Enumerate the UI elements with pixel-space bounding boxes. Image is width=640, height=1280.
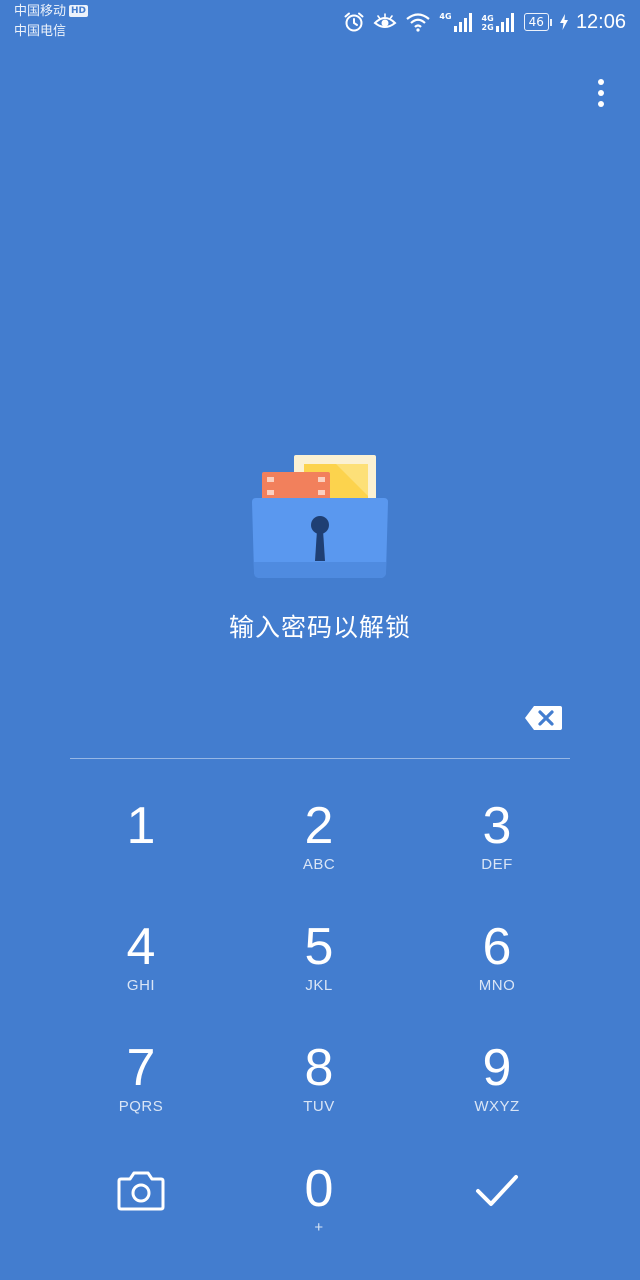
key-7[interactable]: 7 PQRS	[52, 1020, 230, 1141]
key-digit: 5	[304, 918, 334, 976]
carrier-secondary: 中国电信	[14, 24, 67, 39]
key-digit: 3	[482, 797, 512, 855]
confirm-button[interactable]	[408, 1141, 586, 1262]
key-digit: 6	[482, 918, 512, 976]
battery-tip	[549, 18, 552, 26]
key-letters: ABC	[302, 856, 336, 873]
key-letters: TUV	[303, 1098, 335, 1115]
camera-button[interactable]	[52, 1141, 230, 1262]
key-digit: 4	[126, 918, 156, 976]
numeric-keypad: 1 2 ABC 3 DEF 4 GHI 5 JKL 6 MNO 7 PQRS 8…	[52, 778, 588, 1262]
key-digit: 7	[126, 1039, 156, 1097]
carrier-primary: 中国移动 HD	[14, 4, 89, 20]
wifi-icon	[406, 13, 431, 32]
signal-strength-icon	[495, 13, 514, 32]
key-letters: GHI	[126, 977, 156, 994]
key-letters: WXYZ	[474, 1098, 520, 1115]
checkmark-icon	[476, 1175, 518, 1206]
key-letters: JKL	[305, 977, 333, 994]
carrier-primary-label: 中国移动	[14, 4, 67, 19]
key-4[interactable]: 4 GHI	[52, 899, 230, 1020]
clock: 12:06	[575, 10, 626, 33]
safe-folder-lock-icon	[252, 455, 388, 578]
key-digit: 9	[482, 1039, 512, 1097]
key-digit: 2	[304, 797, 334, 855]
signal-strength-icon	[453, 13, 472, 32]
key-1[interactable]: 1	[52, 778, 230, 899]
eye-comfort-icon	[373, 13, 397, 28]
key-digit: 8	[304, 1039, 334, 1097]
key-0[interactable]: 0 +	[230, 1141, 408, 1262]
hd-badge: HD	[69, 5, 89, 17]
camera-icon	[117, 1171, 165, 1211]
status-bar: 中国移动 HD 中国电信 4G 4G 2G 46 12:06	[0, 0, 640, 46]
key-digit: 0	[304, 1160, 334, 1218]
key-5[interactable]: 5 JKL	[230, 899, 408, 1020]
status-icons: 4G 4G 2G 46 12:06	[343, 8, 626, 36]
key-9[interactable]: 9 WXYZ	[408, 1020, 586, 1141]
battery-indicator: 46	[523, 13, 552, 31]
signal-2: 4G 2G	[482, 12, 516, 32]
battery-level: 46	[523, 13, 549, 31]
password-field[interactable]	[70, 690, 570, 750]
network-type-2-top: 4G	[481, 14, 494, 23]
key-letters: MNO	[478, 977, 516, 994]
password-underline	[70, 758, 570, 759]
key-3[interactable]: 3 DEF	[408, 778, 586, 899]
charging-icon	[559, 14, 568, 30]
alarm-icon	[344, 12, 364, 32]
key-letters: +	[314, 1219, 324, 1236]
key-letters: PQRS	[118, 1098, 164, 1115]
signal-1: 4G	[439, 12, 473, 32]
more-options-button[interactable]	[586, 74, 616, 112]
network-type-1: 4G	[439, 12, 452, 21]
key-8[interactable]: 8 TUV	[230, 1020, 408, 1141]
more-vertical-icon	[598, 79, 604, 85]
network-type-2-bottom: 2G	[481, 23, 494, 32]
backspace-icon[interactable]	[524, 704, 564, 732]
key-6[interactable]: 6 MNO	[408, 899, 586, 1020]
key-letters: DEF	[481, 856, 513, 873]
key-digit: 1	[126, 797, 156, 855]
key-2[interactable]: 2 ABC	[230, 778, 408, 899]
unlock-prompt: 输入密码以解锁	[228, 613, 411, 642]
